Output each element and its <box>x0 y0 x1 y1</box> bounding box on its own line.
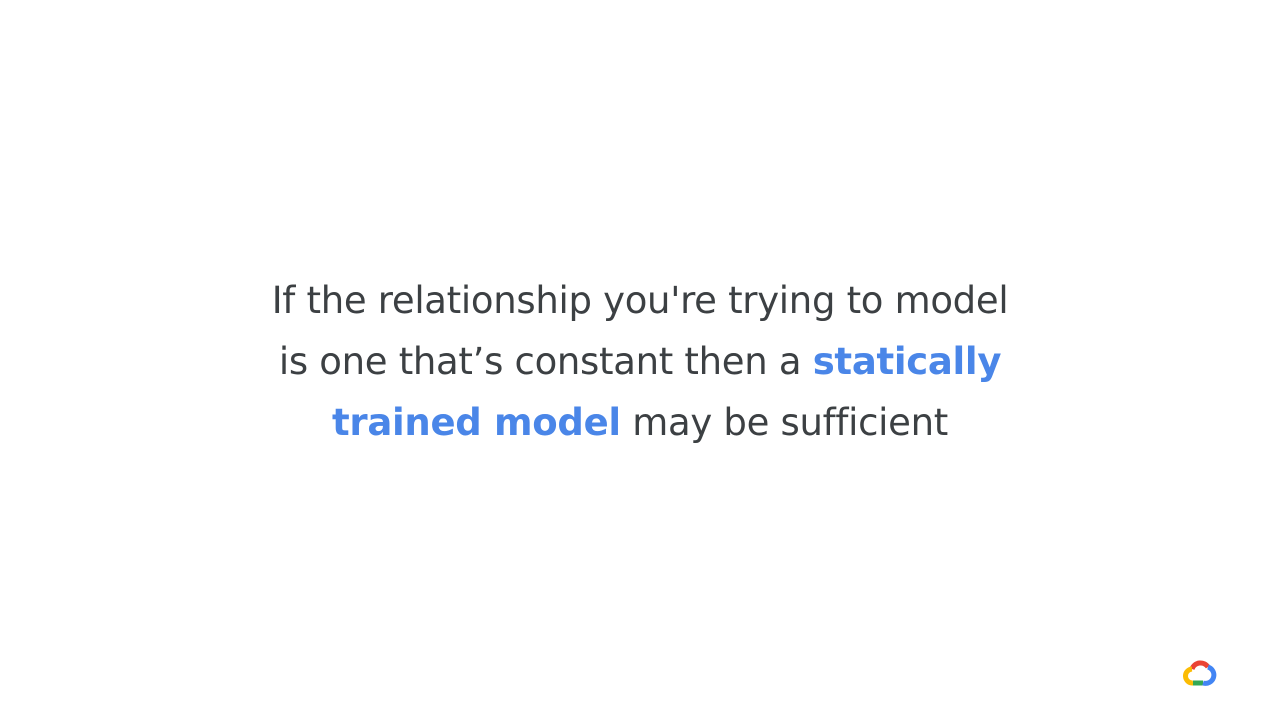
statement-text: If the relationship you're trying to mod… <box>271 279 1009 322</box>
statement-line-1: If the relationship you're trying to mod… <box>0 270 1280 331</box>
google-cloud-logo-icon <box>1183 660 1217 686</box>
logo-yellow-arc <box>1183 666 1194 686</box>
logo-blue-arc <box>1202 664 1217 686</box>
highlight-text: trained model <box>332 401 621 444</box>
highlight-text: statically <box>812 340 1002 383</box>
statement-text: may be sufficient <box>620 401 948 444</box>
statement-line-2: is one that’s constant then a statically <box>0 331 1280 392</box>
slide-statement: If the relationship you're trying to mod… <box>0 270 1280 453</box>
statement-text: is one that’s constant then a <box>278 340 813 383</box>
slide: If the relationship you're trying to mod… <box>0 0 1280 720</box>
statement-line-3: trained model may be sufficient <box>0 392 1280 453</box>
logo-red-arc <box>1189 660 1211 671</box>
